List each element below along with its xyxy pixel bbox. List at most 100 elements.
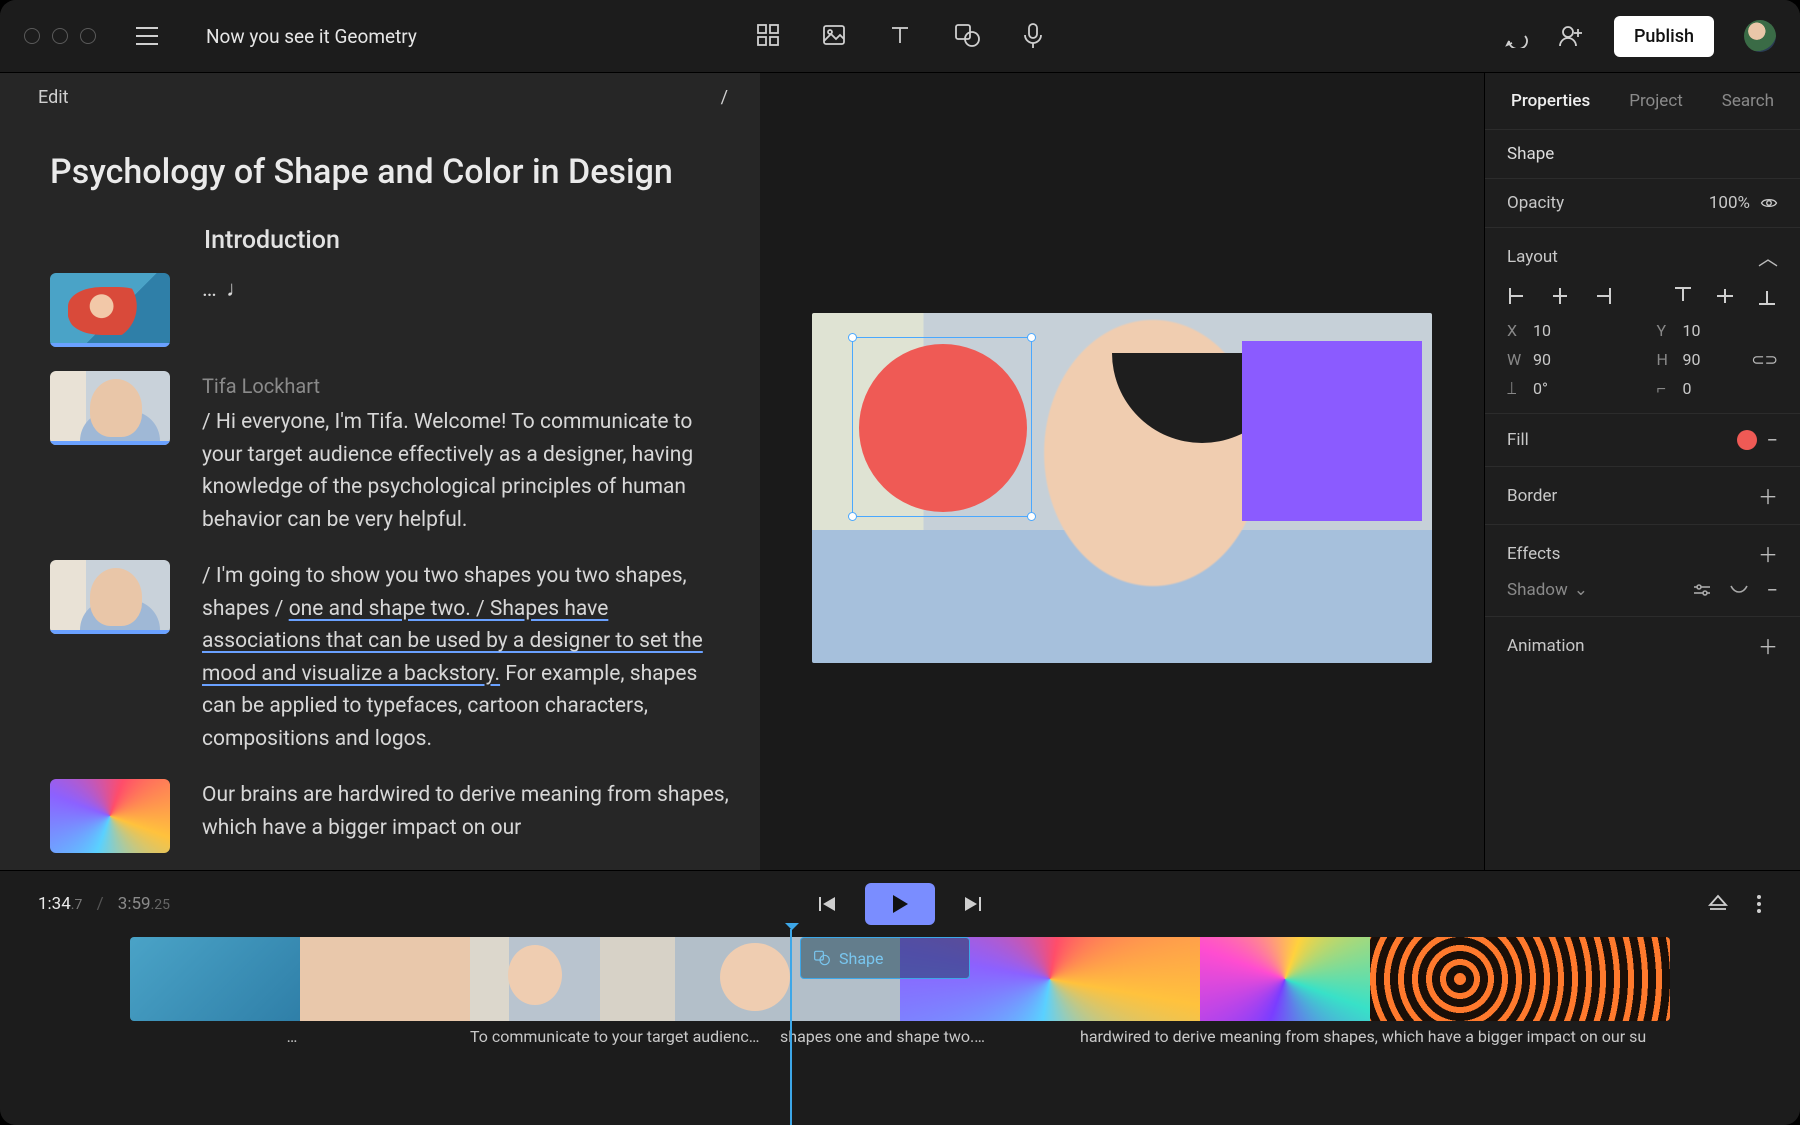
tab-properties[interactable]: Properties <box>1511 91 1590 111</box>
publish-button[interactable]: Publish <box>1614 16 1714 57</box>
caption-1[interactable]: … <box>130 1027 470 1046</box>
w-label: W <box>1507 350 1529 369</box>
playhead[interactable] <box>790 929 792 1125</box>
timeline[interactable]: Shape … To communicate to your target au… <box>0 937 1800 1125</box>
text-icon[interactable] <box>888 23 912 49</box>
eject-icon[interactable] <box>1708 894 1728 914</box>
clip-wave[interactable] <box>1370 937 1670 1021</box>
shape-circle[interactable] <box>859 344 1027 512</box>
rotation-icon: ⟘ <box>1507 379 1529 399</box>
effects-label: Effects <box>1507 544 1560 564</box>
selection-handle-br[interactable] <box>1027 512 1036 521</box>
page-title[interactable]: Psychology of Shape and Color in Design <box>0 108 760 220</box>
edit-mode-label[interactable]: Edit <box>38 87 68 108</box>
grid-icon[interactable] <box>756 23 780 49</box>
more-icon[interactable] <box>1756 894 1762 914</box>
section-shape: Shape <box>1507 144 1778 164</box>
caption-4[interactable]: hardwired to derive meaning from shapes,… <box>1080 1027 1670 1046</box>
clip-pool[interactable] <box>130 937 300 1021</box>
clip-skin[interactable] <box>300 937 470 1021</box>
fill-color-swatch[interactable] <box>1737 430 1757 450</box>
x-value[interactable]: 10 <box>1533 321 1551 340</box>
add-effect-icon[interactable]: ＋ <box>1758 539 1778 568</box>
tab-project[interactable]: Project <box>1629 91 1683 111</box>
corner-icon: ⌐ <box>1657 379 1679 399</box>
clip-thumb-2[interactable] <box>50 371 170 445</box>
menu-icon[interactable] <box>136 27 158 45</box>
opacity-value[interactable]: 100% <box>1709 193 1750 213</box>
microphone-icon[interactable] <box>1022 23 1044 49</box>
timecode: 1:34.7 / 3:59.25 <box>38 894 170 914</box>
slash-indicator: / <box>721 87 728 108</box>
layout-collapse-icon[interactable]: ︿ <box>1758 242 1778 271</box>
h-label: H <box>1657 350 1679 369</box>
align-vcenter-icon[interactable] <box>1714 285 1736 307</box>
user-avatar[interactable] <box>1744 20 1776 52</box>
w-value[interactable]: 90 <box>1533 350 1551 369</box>
fill-label: Fill <box>1507 430 1529 450</box>
layout-label: Layout <box>1507 247 1558 267</box>
script-paragraph-1[interactable]: / Hi everyone, I'm Tifa. Welcome! To com… <box>202 410 693 532</box>
selection-handle-bl[interactable] <box>848 512 857 521</box>
y-value[interactable]: 10 <box>1682 321 1700 340</box>
shape-icon[interactable] <box>954 23 980 49</box>
shadow-settings-icon[interactable] <box>1693 583 1711 597</box>
shape-square[interactable] <box>1242 341 1422 521</box>
selection-box[interactable] <box>852 337 1032 517</box>
selection-handle-tr[interactable] <box>1027 333 1036 342</box>
traffic-zoom[interactable] <box>80 28 96 44</box>
skip-forward-icon[interactable] <box>963 894 983 914</box>
document-title[interactable]: Now you see it Geometry <box>206 25 417 48</box>
speaker-name: Tifa Lockhart <box>202 371 730 402</box>
y-label: Y <box>1657 321 1679 340</box>
clip-art-2[interactable] <box>1200 937 1370 1021</box>
shadow-label[interactable]: Shadow <box>1507 580 1568 600</box>
rotation-value[interactable]: 0° <box>1533 379 1548 398</box>
caption-2[interactable]: To communicate to your target audience… <box>470 1027 780 1046</box>
shadow-dropdown-icon[interactable]: ⌄ <box>1574 580 1588 600</box>
shadow-visibility-icon[interactable] <box>1729 584 1749 596</box>
canvas-area[interactable] <box>760 73 1484 870</box>
align-right-icon[interactable] <box>1591 285 1613 307</box>
total-time: 3:59 <box>118 894 151 914</box>
caption-track: … To communicate to your target audience… <box>130 1027 1670 1046</box>
script-panel: Edit / Psychology of Shape and Color in … <box>0 73 760 870</box>
play-button[interactable] <box>865 883 935 925</box>
script-paragraph-3[interactable]: Our brains are hardwired to derive meani… <box>202 783 729 840</box>
clip-thumb-3[interactable] <box>50 560 170 634</box>
add-border-icon[interactable]: ＋ <box>1758 481 1778 510</box>
section-title-introduction[interactable]: Introduction <box>0 220 760 273</box>
shape-clip[interactable]: Shape <box>800 937 970 979</box>
visibility-icon[interactable] <box>1760 194 1778 212</box>
selection-handle-tl[interactable] <box>848 333 857 342</box>
caption-3[interactable]: shapes one and shape two.… <box>780 1027 1080 1046</box>
skip-back-icon[interactable] <box>817 894 837 914</box>
image-icon[interactable] <box>822 23 846 49</box>
traffic-minimize[interactable] <box>52 28 68 44</box>
total-time-frac: .25 <box>151 897 170 913</box>
current-time: 1:34 <box>38 894 71 914</box>
align-bottom-icon[interactable] <box>1756 285 1778 307</box>
remove-shadow-icon[interactable]: − <box>1767 578 1778 602</box>
timeline-panel: 1:34.7 / 3:59.25 <box>0 870 1800 1125</box>
align-hcenter-icon[interactable] <box>1549 285 1571 307</box>
tab-search[interactable]: Search <box>1722 91 1774 111</box>
h-value[interactable]: 90 <box>1682 350 1700 369</box>
clip-thumb-4[interactable] <box>50 779 170 853</box>
x-label: X <box>1507 321 1529 340</box>
clip-woman-1[interactable] <box>470 937 600 1021</box>
remove-fill-icon[interactable]: − <box>1767 428 1778 452</box>
video-canvas[interactable] <box>812 313 1432 663</box>
link-wh-icon[interactable]: ⊂⊃ <box>1751 350 1778 369</box>
toolbar-right: Publish <box>1504 16 1776 57</box>
traffic-close[interactable] <box>24 28 40 44</box>
corner-value[interactable]: 0 <box>1682 379 1691 398</box>
window-traffic-lights <box>24 28 96 44</box>
align-top-icon[interactable] <box>1672 285 1694 307</box>
clip-thumb-1[interactable] <box>50 273 170 347</box>
comment-icon[interactable] <box>1504 24 1528 48</box>
add-user-icon[interactable] <box>1558 24 1584 48</box>
opacity-label: Opacity <box>1507 193 1564 213</box>
add-animation-icon[interactable]: ＋ <box>1758 631 1778 660</box>
align-left-icon[interactable] <box>1507 285 1529 307</box>
